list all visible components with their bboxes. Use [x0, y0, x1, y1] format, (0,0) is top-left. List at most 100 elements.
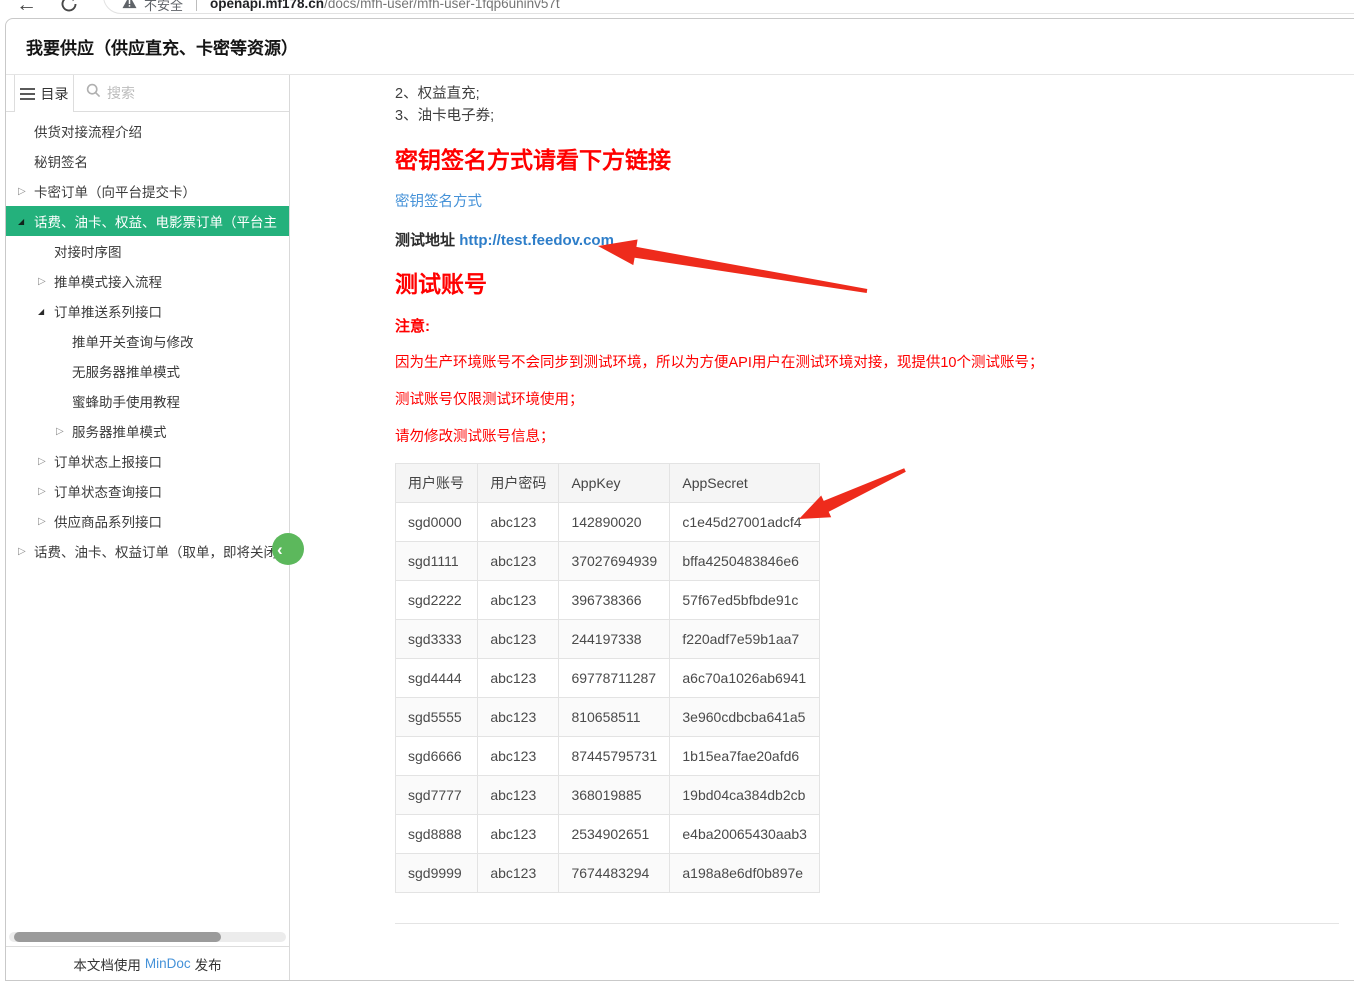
table-row: sgd7777abc12336801988519bd04ca384db2cb	[396, 776, 820, 815]
table-cell: a198a8e6df0b897e	[670, 854, 820, 893]
sidebar-item-label: 推单开关查询与修改	[72, 331, 194, 351]
table-cell: 142890020	[559, 503, 670, 542]
address-bar[interactable]: 不安全 openapi.mf178.cn/docs/mfh-user/mfh-u…	[103, 0, 1354, 14]
sign-method-link[interactable]: 密钥签名方式	[395, 194, 482, 210]
sidebar-item[interactable]: ▷订单状态查询接口	[6, 476, 289, 506]
page-title: 我要供应（供应直充、卡密等资源）	[26, 34, 298, 59]
sidebar-item-label: 秘钥签名	[34, 151, 88, 171]
sidebar: 目录 供货对接流程介绍秘钥签名▷卡密订单（向平台提交卡）◢话费、油卡、权益、电影…	[6, 75, 290, 980]
scrollbar-thumb[interactable]	[14, 932, 221, 942]
table-cell: 3e960cdbcba641a5	[670, 698, 820, 737]
back-icon[interactable]: ←	[16, 0, 37, 17]
sidebar-item-label: 订单推送系列接口	[54, 301, 162, 321]
table-cell: 7674483294	[559, 854, 670, 893]
table-cell: abc123	[478, 854, 559, 893]
table-cell: abc123	[478, 776, 559, 815]
table-cell: f220adf7e59b1aa7	[670, 620, 820, 659]
sidebar-item[interactable]: 供货对接流程介绍	[6, 116, 289, 146]
table-cell: sgd3333	[396, 620, 478, 659]
table-cell: 2534902651	[559, 815, 670, 854]
browser-toolbar: ← 不安全 openapi.mf178.cn/docs/mfh	[0, 0, 1354, 18]
table-cell: 19bd04ca384db2cb	[670, 776, 820, 815]
sidebar-item[interactable]: ▷卡密订单（向平台提交卡）	[6, 176, 289, 206]
table-cell: c1e45d27001adcf4	[670, 503, 820, 542]
table-cell: 244197338	[559, 620, 670, 659]
sidebar-item-label: 服务器推单模式	[72, 421, 167, 441]
caret-closed-icon[interactable]: ▷	[38, 456, 54, 467]
caret-open-icon[interactable]: ◢	[18, 217, 34, 226]
sidebar-item[interactable]: 推单开关查询与修改	[6, 326, 289, 356]
sidebar-item[interactable]: ▷订单状态上报接口	[6, 446, 289, 476]
column-header: 用户账号	[396, 464, 478, 503]
sidebar-item[interactable]: 无服务器推单模式	[6, 356, 289, 386]
test-address-row: 测试地址 http://test.feedov.com	[395, 231, 1339, 251]
test-address-label: 测试地址	[395, 232, 455, 249]
sidebar-item-label: 推单模式接入流程	[54, 271, 162, 291]
sidebar-item[interactable]: ◢话费、油卡、权益、电影票订单（平台主	[6, 206, 289, 236]
sidebar-item[interactable]: ◢订单推送系列接口	[6, 296, 289, 326]
table-cell: 1b15ea7fae20afd6	[670, 737, 820, 776]
sidebar-item[interactable]: ▷服务器推单模式	[6, 416, 289, 446]
sidebar-item[interactable]: 对接时序图	[6, 236, 289, 266]
table-cell: 57f67ed5bfbde91c	[670, 581, 820, 620]
table-row: sgd6666abc123874457957311b15ea7fae20afd6	[396, 737, 820, 776]
mindoc-link[interactable]: MinDoc	[145, 956, 191, 971]
url-path[interactable]: /docs/mfh-user/mfh-user-1fqp6uninv57t	[324, 0, 560, 11]
sidebar-collapse-button[interactable]: ‹	[272, 533, 304, 565]
sidebar-item-label: 无服务器推单模式	[72, 361, 180, 381]
sidebar-item[interactable]: 秘钥签名	[6, 146, 289, 176]
table-cell: a6c70a1026ab6941	[670, 659, 820, 698]
page-card: 我要供应（供应直充、卡密等资源） 目录	[5, 18, 1354, 981]
refresh-icon[interactable]	[60, 0, 78, 18]
caret-closed-icon[interactable]: ▷	[18, 186, 34, 197]
sidebar-item-label: 卡密订单（向平台提交卡）	[34, 181, 196, 201]
table-row: sgd9999abc1237674483294a198a8e6df0b897e	[396, 854, 820, 893]
tab-toc[interactable]: 目录	[14, 75, 74, 112]
sidebar-item-label: 对接时序图	[54, 241, 122, 261]
sidebar-item[interactable]: ▷话费、油卡、权益订单（取单，即将关闭	[6, 536, 289, 566]
table-cell: sgd4444	[396, 659, 478, 698]
table-cell: 69778711287	[559, 659, 670, 698]
list-item: 2、权益直充;	[395, 83, 1339, 105]
table-cell: abc123	[478, 542, 559, 581]
test-accounts-table: 用户账号用户密码AppKeyAppSecret sgd0000abc123142…	[395, 463, 820, 893]
url-host[interactable]: openapi.mf178.cn	[210, 0, 324, 11]
table-row: sgd0000abc123142890020c1e45d27001adcf4	[396, 503, 820, 542]
sidebar-item[interactable]: ▷推单模式接入流程	[6, 266, 289, 296]
sidebar-item[interactable]: ▷供应商品系列接口	[6, 506, 289, 536]
toc-tab-label: 目录	[41, 84, 69, 104]
search-box[interactable]	[74, 75, 289, 111]
table-cell: 810658511	[559, 698, 670, 737]
column-header: 用户密码	[478, 464, 559, 503]
search-icon	[86, 83, 101, 103]
search-input[interactable]	[107, 85, 289, 101]
table-cell: abc123	[478, 737, 559, 776]
section-heading-sign: 密钥签名方式请看下方链接	[395, 145, 1339, 175]
footer-text-suffix: 发布	[195, 954, 222, 974]
caret-closed-icon[interactable]: ▷	[38, 486, 54, 497]
table-cell: 87445795731	[559, 737, 670, 776]
caret-open-icon[interactable]: ◢	[38, 307, 54, 316]
column-header: AppSecret	[670, 464, 820, 503]
browser-window: ← 不安全 openapi.mf178.cn/docs/mfh	[0, 0, 1354, 985]
horizontal-scrollbar[interactable]	[9, 932, 286, 942]
note-title: 注意:	[395, 317, 1339, 337]
sidebar-tabrow: 目录	[6, 75, 289, 112]
sidebar-item-label: 订单状态上报接口	[54, 451, 162, 471]
test-address-link[interactable]: http://test.feedov.com	[459, 232, 614, 249]
table-cell: 396738366	[559, 581, 670, 620]
sidebar-item-label: 话费、油卡、权益订单（取单，即将关闭	[34, 541, 277, 561]
security-label[interactable]: 不安全	[144, 0, 183, 14]
table-row: sgd8888abc1232534902651e4ba20065430aab3	[396, 815, 820, 854]
caret-closed-icon[interactable]: ▷	[38, 276, 54, 287]
caret-closed-icon[interactable]: ▷	[38, 516, 54, 527]
sidebar-item[interactable]: 蜜蜂助手使用教程	[6, 386, 289, 416]
table-row: sgd2222abc12339673836657f67ed5bfbde91c	[396, 581, 820, 620]
sidebar-item-label: 订单状态查询接口	[54, 481, 162, 501]
table-row: sgd4444abc12369778711287a6c70a1026ab6941	[396, 659, 820, 698]
caret-closed-icon[interactable]: ▷	[56, 426, 72, 437]
document-content: 2、权益直充; 3、油卡电子券; 密钥签名方式请看下方链接 密钥签名方式 测试地…	[290, 75, 1354, 980]
caret-closed-icon[interactable]: ▷	[18, 546, 34, 557]
table-cell: sgd6666	[396, 737, 478, 776]
address-divider	[196, 0, 197, 11]
